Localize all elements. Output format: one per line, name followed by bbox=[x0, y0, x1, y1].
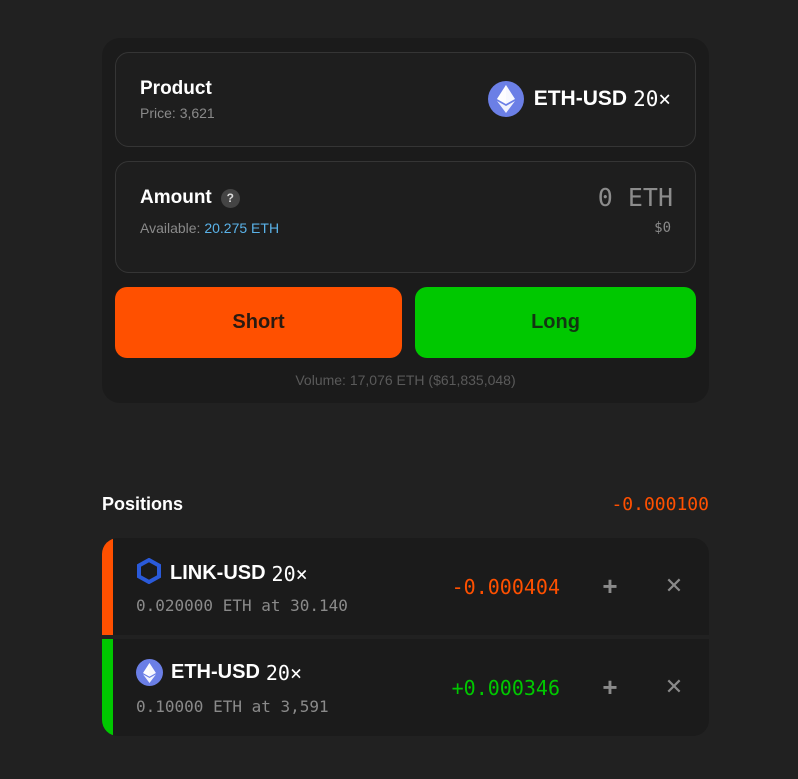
position-row: LINK-USD 20× 0.020000 ETH at 30.140 -0.0… bbox=[102, 538, 709, 635]
product-pair: ETH-USD bbox=[533, 87, 628, 110]
positions-total-pnl: -0.000100 bbox=[611, 494, 709, 515]
product-price: Price: 3,621 bbox=[140, 105, 215, 121]
help-icon[interactable]: ? bbox=[220, 188, 240, 208]
position-pnl: +0.000346 bbox=[451, 676, 560, 700]
short-button[interactable]: Short bbox=[115, 287, 402, 358]
volume-text: Volume: 17,076 ETH ($61,835,048) bbox=[295, 372, 516, 388]
position-pair: LINK-USD bbox=[170, 562, 266, 584]
close-icon[interactable]: ✕ bbox=[662, 674, 686, 699]
available-value[interactable]: 20.275 ETH bbox=[204, 220, 279, 236]
amount-box: Amount ? Available: 20.275 ETH 0 ETH $0 bbox=[115, 161, 696, 273]
positions-title: Positions bbox=[102, 494, 184, 514]
available-label: Available: bbox=[140, 220, 201, 236]
price-label: Price: bbox=[140, 105, 176, 121]
plus-icon[interactable]: + bbox=[598, 672, 622, 702]
position-header: ETH-USD 20× bbox=[136, 659, 302, 686]
selected-product[interactable]: ETH-USD 20× bbox=[487, 81, 671, 117]
chainlink-icon bbox=[136, 557, 162, 589]
product-leverage: 20× bbox=[633, 87, 671, 111]
position-pair: ETH-USD bbox=[171, 661, 260, 683]
position-detail: 0.020000 ETH at 30.140 bbox=[136, 596, 348, 615]
amount-usd-value: $0 bbox=[654, 220, 671, 236]
position-leverage: 20× bbox=[265, 660, 303, 685]
ethereum-icon bbox=[487, 81, 524, 117]
position-row: ETH-USD 20× 0.10000 ETH at 3,591 +0.0003… bbox=[102, 639, 709, 736]
product-title: Product bbox=[140, 78, 212, 99]
position-pnl: -0.000404 bbox=[451, 575, 560, 599]
amount-label: Amount bbox=[140, 187, 212, 208]
price-value: 3,621 bbox=[179, 105, 215, 121]
trade-panel: Product Price: 3,621 ETH-USD 20× Amount … bbox=[102, 38, 709, 403]
short-indicator bbox=[102, 538, 113, 635]
ethereum-icon bbox=[136, 659, 163, 686]
amount-title: Amount ? bbox=[140, 187, 240, 209]
position-header: LINK-USD 20× bbox=[136, 557, 308, 589]
long-button[interactable]: Long bbox=[415, 287, 696, 358]
position-leverage: 20× bbox=[271, 561, 308, 586]
close-icon[interactable]: ✕ bbox=[662, 573, 686, 598]
amount-input[interactable]: 0 ETH bbox=[598, 183, 673, 212]
plus-icon[interactable]: + bbox=[598, 571, 622, 601]
position-detail: 0.10000 ETH at 3,591 bbox=[136, 697, 329, 716]
available-balance: Available: 20.275 ETH bbox=[140, 220, 279, 236]
product-selector[interactable]: Product Price: 3,621 ETH-USD 20× bbox=[115, 52, 696, 147]
long-indicator bbox=[102, 639, 113, 736]
